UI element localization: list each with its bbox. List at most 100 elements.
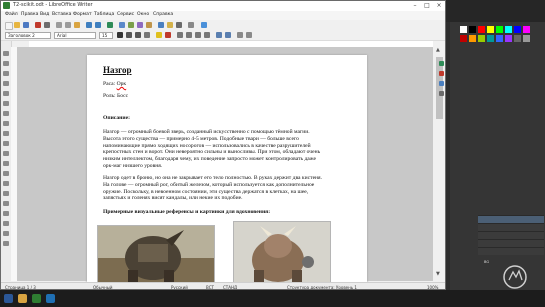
insert-chart-icon[interactable] <box>137 22 143 28</box>
color-swatch[interactable] <box>469 35 476 42</box>
tool-icon[interactable] <box>3 131 9 136</box>
scroll-up-icon[interactable]: ▲ <box>436 47 440 53</box>
tool-icon[interactable] <box>3 211 9 216</box>
menu-window[interactable]: Окно <box>137 12 149 17</box>
numbered-list-icon[interactable] <box>225 32 231 38</box>
align-center-icon[interactable] <box>186 32 192 38</box>
close-icon[interactable]: × <box>433 1 445 11</box>
tool-icon[interactable] <box>3 121 9 126</box>
italic-icon[interactable] <box>126 32 132 38</box>
color-swatch[interactable] <box>505 26 512 33</box>
tool-icon[interactable] <box>3 151 9 156</box>
menu-help[interactable]: Справка <box>153 12 173 17</box>
color-swatch[interactable] <box>478 26 485 33</box>
justify-icon[interactable] <box>204 32 210 38</box>
tool-icon[interactable] <box>3 231 9 236</box>
color-swatch[interactable] <box>505 35 512 42</box>
color-swatch[interactable] <box>523 26 530 33</box>
scrollbar-thumb[interactable] <box>436 57 443 119</box>
export-pdf-icon[interactable] <box>35 22 41 28</box>
font-size-select[interactable]: 15 <box>99 31 113 39</box>
layer-row[interactable]: BG <box>478 247 544 264</box>
writer-taskbar-icon[interactable] <box>32 294 41 303</box>
menu-tools[interactable]: Сервис <box>117 12 134 17</box>
tool-icon[interactable] <box>3 141 9 146</box>
menu-edit[interactable]: Правка <box>21 12 38 17</box>
menu-view[interactable]: Вид <box>40 12 49 17</box>
paragraph-style-select[interactable]: Заголовок 2 <box>5 31 51 39</box>
spellcheck-icon[interactable] <box>107 22 113 28</box>
color-swatch[interactable] <box>523 35 530 42</box>
start-icon[interactable] <box>4 294 13 303</box>
sidebar-toggle-icon[interactable] <box>188 22 194 28</box>
reference-image-2[interactable] <box>233 221 331 289</box>
tool-icon[interactable] <box>3 221 9 226</box>
cut-icon[interactable] <box>56 22 62 28</box>
color-swatch[interactable] <box>487 26 494 33</box>
bold-icon[interactable] <box>117 32 123 38</box>
color-swatch[interactable] <box>478 35 485 42</box>
tool-icon[interactable] <box>3 61 9 66</box>
special-character-icon[interactable] <box>146 22 152 28</box>
highlight-color-icon[interactable] <box>156 32 162 38</box>
color-swatch[interactable] <box>469 26 476 33</box>
save-icon[interactable] <box>23 22 29 28</box>
paste-icon[interactable] <box>74 22 80 28</box>
tool-icon[interactable] <box>3 81 9 86</box>
tool-icon[interactable] <box>3 161 9 166</box>
copy-icon[interactable] <box>65 22 71 28</box>
indent-icon[interactable] <box>237 32 243 38</box>
photoshop-taskbar-icon[interactable] <box>46 294 55 303</box>
bullet-list-icon[interactable] <box>216 32 222 38</box>
align-right-icon[interactable] <box>195 32 201 38</box>
scroll-down-icon[interactable]: ▼ <box>436 271 440 277</box>
reference-image-1[interactable] <box>97 225 215 289</box>
menu-insert[interactable]: Вставка <box>52 12 71 17</box>
menu-table[interactable]: Таблица <box>94 12 114 17</box>
tool-icon[interactable] <box>3 71 9 76</box>
color-swatch[interactable] <box>496 26 503 33</box>
minimize-icon[interactable]: – <box>409 1 421 11</box>
color-swatch[interactable] <box>460 35 467 42</box>
gallery-icon[interactable] <box>439 81 444 86</box>
tool-icon[interactable] <box>3 91 9 96</box>
color-swatch[interactable] <box>514 35 521 42</box>
strikethrough-icon[interactable] <box>144 32 150 38</box>
help-icon[interactable] <box>201 22 207 28</box>
font-name-select[interactable]: Arial <box>54 31 96 39</box>
menu-file[interactable]: Файл <box>5 12 18 17</box>
maximize-icon[interactable]: □ <box>421 1 433 11</box>
tool-icon[interactable] <box>3 101 9 106</box>
new-document-icon[interactable] <box>5 22 13 30</box>
redo-icon[interactable] <box>95 22 101 28</box>
color-swatch[interactable] <box>460 26 467 33</box>
styles-icon[interactable] <box>439 71 444 76</box>
tool-icon[interactable] <box>3 111 9 116</box>
document-page[interactable]: Назгор Раса: Орк Роль: Босс Описание: На… <box>87 55 367 289</box>
insert-table-icon[interactable] <box>119 22 125 28</box>
print-icon[interactable] <box>44 22 50 28</box>
layer-row[interactable]: Details <box>478 239 544 256</box>
comment-icon[interactable] <box>167 22 173 28</box>
underline-icon[interactable] <box>135 32 141 38</box>
undo-icon[interactable] <box>86 22 92 28</box>
font-color-icon[interactable] <box>165 32 171 38</box>
layer-row[interactable]: Shading <box>478 223 544 240</box>
color-swatch[interactable] <box>496 35 503 42</box>
navigator-icon[interactable] <box>439 91 444 96</box>
outdent-icon[interactable] <box>246 32 252 38</box>
tool-icon[interactable] <box>3 51 9 56</box>
vertical-scrollbar[interactable]: ▲ ▼ <box>433 41 445 281</box>
layer-row[interactable]: Base <box>478 231 544 248</box>
tool-icon[interactable] <box>3 201 9 206</box>
hyperlink-icon[interactable] <box>158 22 164 28</box>
tool-icon[interactable] <box>3 241 9 246</box>
photoshop-color-swatches[interactable] <box>460 26 532 70</box>
explorer-icon[interactable] <box>18 294 27 303</box>
menu-format[interactable]: Формат <box>73 12 92 17</box>
tool-icon[interactable] <box>3 191 9 196</box>
color-swatch[interactable] <box>487 35 494 42</box>
tool-icon[interactable] <box>3 181 9 186</box>
formatting-marks-icon[interactable] <box>176 22 182 28</box>
align-left-icon[interactable] <box>177 32 183 38</box>
